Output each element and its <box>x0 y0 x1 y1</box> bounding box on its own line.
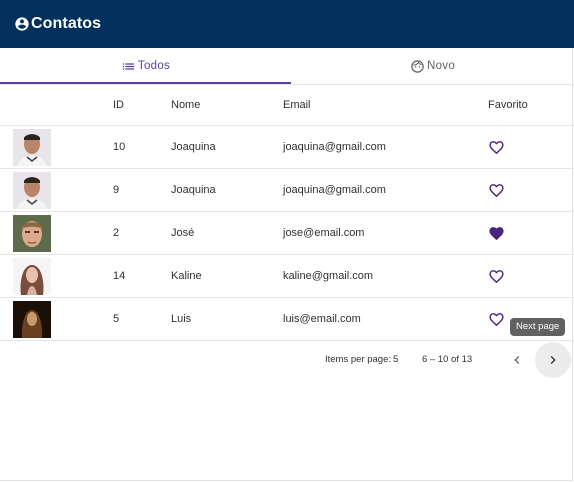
paginator: Items per page: 5 6 – 10 of 13 <box>0 340 574 380</box>
chevron-right-icon <box>550 356 556 364</box>
list-icon <box>121 59 136 74</box>
next-page-tooltip: Next page <box>510 318 566 336</box>
previous-page-button[interactable] <box>503 346 531 374</box>
photo-cell <box>0 125 113 169</box>
page-size-select[interactable]: 5 <box>393 354 398 365</box>
photo-cell <box>0 211 113 255</box>
nome-cell: Joaquina <box>171 125 283 169</box>
email-cell: joaquina@gmail.com <box>283 125 488 169</box>
heart-outline-icon[interactable] <box>488 311 505 328</box>
heart-outline-icon[interactable] <box>488 139 505 156</box>
nome-cell: Joaquina <box>171 168 283 212</box>
photo-cell <box>0 168 113 212</box>
email-cell: jose@email.com <box>283 211 488 255</box>
id-cell: 10 <box>113 125 171 169</box>
header-favorito[interactable]: Favorito <box>488 84 574 126</box>
heart-filled-icon[interactable] <box>488 225 505 242</box>
app-toolbar: Contatos <box>0 0 574 48</box>
heart-outline-icon[interactable] <box>488 182 505 199</box>
photo-cell <box>0 254 113 298</box>
table-row[interactable]: 2 José jose@email.com <box>0 211 574 255</box>
favorito-cell <box>488 254 574 298</box>
tab-todos-label: Todos <box>137 60 171 72</box>
tab-todos[interactable]: Todos <box>0 48 291 84</box>
header-photo <box>0 84 113 126</box>
tab-bar: Todos Novo <box>0 48 574 85</box>
tab-novo-label: Novo <box>426 60 456 72</box>
favorito-cell <box>488 211 574 255</box>
account-circle-icon <box>14 16 30 32</box>
id-cell: 9 <box>113 168 171 212</box>
email-cell: kaline@gmail.com <box>283 254 488 298</box>
header-nome[interactable]: Nome <box>171 84 283 126</box>
table-row[interactable]: 9 Joaquina joaquina@gmail.com <box>0 168 574 212</box>
header-id[interactable]: ID <box>113 84 171 126</box>
contact-avatar <box>13 214 51 252</box>
next-page-button[interactable] <box>535 342 571 378</box>
id-cell: 14 <box>113 254 171 298</box>
header-email[interactable]: Email <box>283 84 488 126</box>
contacts-table: ID Nome Email Favorito 10 Joaquina joaqu… <box>0 84 574 341</box>
heart-outline-icon[interactable] <box>488 268 505 285</box>
id-cell: 2 <box>113 211 171 255</box>
contact-avatar <box>13 128 51 166</box>
table-row[interactable]: 10 Joaquina joaquina@gmail.com <box>0 125 574 169</box>
chevron-left-icon <box>514 356 520 364</box>
contact-avatar <box>13 257 51 295</box>
tab-novo[interactable]: Novo <box>291 48 574 84</box>
page-title: Contatos <box>31 15 102 32</box>
nome-cell: Kaline <box>171 254 283 298</box>
email-cell: luis@email.com <box>283 297 488 341</box>
favorito-cell <box>488 168 574 212</box>
favorito-cell <box>488 125 574 169</box>
contact-avatar <box>13 300 51 338</box>
photo-cell <box>0 297 113 341</box>
face-icon <box>410 59 425 74</box>
items-per-page-label: Items per page: <box>325 354 392 365</box>
table-header-row: ID Nome Email Favorito <box>0 84 574 126</box>
nome-cell: José <box>171 211 283 255</box>
contact-avatar <box>13 171 51 209</box>
table-row[interactable]: 14 Kaline kaline@gmail.com <box>0 254 574 298</box>
nome-cell: Luis <box>171 297 283 341</box>
page-range-label: 6 – 10 of 13 <box>422 354 473 365</box>
email-cell: joaquina@gmail.com <box>283 168 488 212</box>
table-row[interactable]: 5 Luis luis@email.com <box>0 297 574 341</box>
id-cell: 5 <box>113 297 171 341</box>
